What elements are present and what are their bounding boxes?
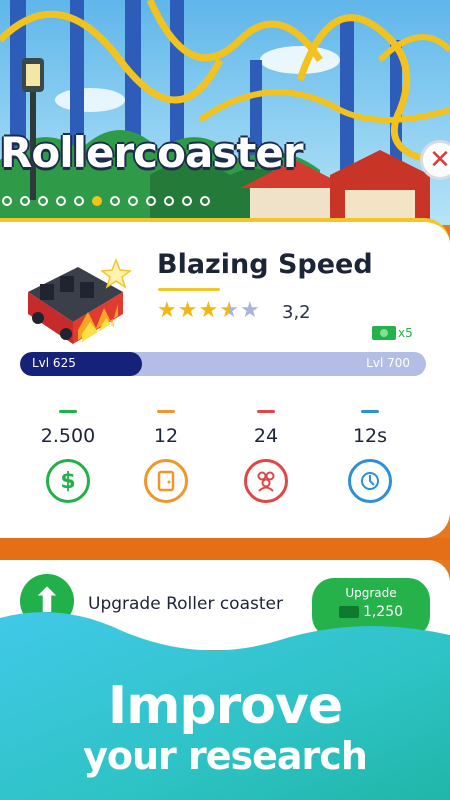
ride-card: Blazing Speed ★ ★ ★ ★ ★ 3,2 x5 Lvl 625 L…	[0, 218, 450, 538]
header-scene: Rollercoaster ✕	[0, 0, 450, 225]
star-icon: ★	[177, 298, 198, 323]
stat-value: 24	[253, 425, 279, 447]
train-car-icon	[28, 257, 132, 344]
next-level-label: Lvl 700	[366, 356, 410, 370]
page-dot[interactable]	[74, 196, 84, 206]
stat-riders: 24	[226, 410, 306, 503]
star-rating: ★ ★ ★ ★ ★	[157, 300, 260, 322]
door-icon	[144, 459, 188, 503]
promo-subheadline: your research	[83, 734, 368, 778]
page-dot[interactable]	[56, 196, 66, 206]
empty-star-icon: ★	[239, 298, 260, 323]
stat-value: 12	[153, 425, 179, 447]
upgrade-button-label: Upgrade	[345, 586, 397, 600]
page-title: Rollercoaster	[0, 128, 304, 177]
current-level-label: Lvl 625	[32, 356, 76, 370]
stat-tick	[257, 410, 275, 413]
page-dot[interactable]	[38, 196, 48, 206]
stat-tick	[361, 410, 379, 413]
page-dot[interactable]	[146, 196, 156, 206]
page-dot[interactable]	[20, 196, 30, 206]
page-dot[interactable]	[200, 196, 210, 206]
stat-value: 12s	[352, 425, 388, 447]
clock-icon	[348, 459, 392, 503]
cash-multiplier: x5	[372, 326, 413, 340]
page-dot[interactable]	[128, 196, 138, 206]
stat-value: 2.500	[40, 425, 96, 447]
star-icon: ★	[157, 298, 177, 323]
close-icon: ✕	[429, 145, 450, 175]
people-icon	[244, 459, 288, 503]
page-dot[interactable]	[2, 196, 12, 206]
title-underline	[158, 288, 220, 291]
page-dot-active[interactable]	[92, 196, 102, 206]
rollercoaster-illustration	[0, 0, 450, 225]
rating-value: 3,2	[282, 302, 311, 323]
stat-capacity: 12	[126, 410, 206, 503]
divider-strip	[0, 538, 450, 560]
half-star-icon: ★	[219, 298, 239, 323]
dollar-icon: $	[46, 459, 90, 503]
stat-tick	[59, 410, 77, 413]
ride-name: Blazing Speed	[157, 249, 373, 280]
star-icon: ★	[198, 298, 219, 323]
page-dot[interactable]	[110, 196, 120, 206]
page-dot[interactable]	[182, 196, 192, 206]
page-indicator	[2, 196, 210, 206]
stat-income: 2.500 $	[28, 410, 108, 503]
multiplier-label: x5	[398, 326, 413, 340]
stat-tick	[157, 410, 175, 413]
cash-icon	[372, 326, 396, 340]
page-dot[interactable]	[164, 196, 174, 206]
promo-headline: Improve	[107, 676, 343, 736]
stat-duration: 12s	[330, 410, 410, 503]
level-progress-bar: Lvl 625 Lvl 700	[20, 352, 426, 376]
